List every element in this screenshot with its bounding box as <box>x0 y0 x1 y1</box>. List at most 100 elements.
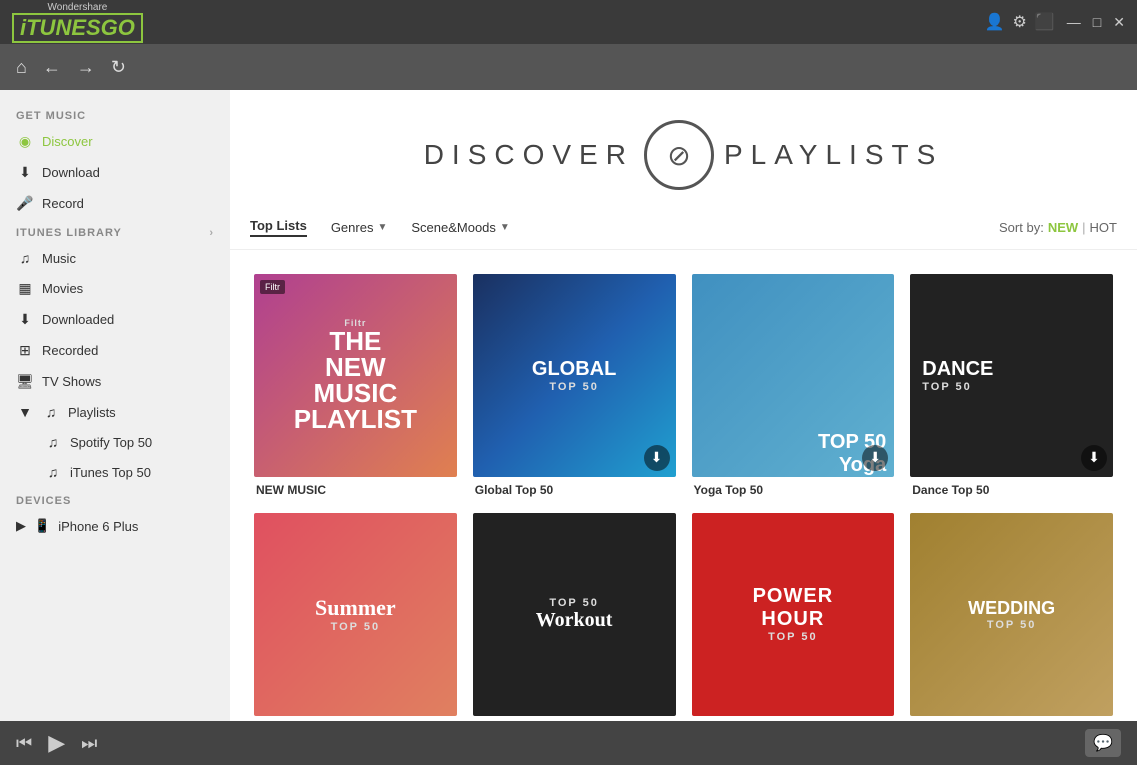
devices-section: DEVICES <box>0 487 230 511</box>
mic-icon: 🎤 <box>16 195 34 212</box>
sort-by-label: Sort by: <box>999 220 1044 235</box>
minimize-button[interactable]: — <box>1067 14 1081 30</box>
sidebar-item-music[interactable]: ♫ Music <box>0 243 230 273</box>
top-lists-filter[interactable]: Top Lists <box>250 218 307 237</box>
toggle-icon[interactable]: ⬛ <box>1035 12 1055 32</box>
sidebar-item-record[interactable]: 🎤 Record <box>0 188 230 219</box>
sidebar-item-itunes-top-50[interactable]: ♫ iTunes Top 50 <box>36 457 230 487</box>
download-overlay-global[interactable]: ⬇ <box>644 445 670 471</box>
iphone-icon: 📱 <box>34 518 50 534</box>
sidebar-item-playlists[interactable]: ▼ ♫ Playlists <box>0 397 230 427</box>
playlists-children: ♫ Spotify Top 50 ♫ iTunes Top 50 <box>0 427 230 487</box>
itunes-icon: ♫ <box>44 464 62 480</box>
chat-button[interactable]: 💬 <box>1085 729 1121 757</box>
spotify-label: Spotify Top 50 <box>70 435 152 450</box>
sidebar-item-discover[interactable]: ◉ Discover <box>0 126 230 157</box>
sort-new-button[interactable]: NEW <box>1048 220 1078 235</box>
sidebar: GET MUSIC ◉ Discover ⬇ Download 🎤 Record… <box>0 90 230 721</box>
playlists-music-icon: ♫ <box>42 404 60 420</box>
playlist-thumb-new-music: Filtr THENEWMUSICPLAYLIST Filtr <box>254 274 457 477</box>
download-icon: ⬇ <box>16 164 34 181</box>
close-button[interactable]: ✕ <box>1113 14 1125 31</box>
sort-hot-button[interactable]: HOT <box>1090 220 1117 235</box>
player-controls: ⏮ ▶ ⏭ <box>16 730 97 756</box>
playlist-card-power[interactable]: POWERHOUR TOP 50 Power Hour Top 50 <box>684 505 903 721</box>
tvshows-label: TV Shows <box>42 374 101 389</box>
itunes-library-section: ITUNES LIBRARY › <box>0 219 230 243</box>
playlist-card-summer[interactable]: Summer TOP 50 Summer Top 50 <box>246 505 465 721</box>
sidebar-item-movies[interactable]: ▦ Movies <box>0 273 230 304</box>
home-button[interactable]: ⌂ <box>16 57 27 78</box>
playlist-name-global: Global Top 50 <box>473 483 676 497</box>
playlist-thumb-yoga: TOP 50Yoga ⬇ <box>692 274 895 477</box>
iphone-label: iPhone 6 Plus <box>58 519 138 534</box>
playlists-text: PLAYLISTS <box>724 139 943 171</box>
discover-label: Discover <box>42 134 93 149</box>
downloaded-icon: ⬇ <box>16 311 34 328</box>
sidebar-item-downloaded[interactable]: ⬇ Downloaded <box>0 304 230 335</box>
playlist-card-global[interactable]: GLOBAL TOP 50 ⬇ Global Top 50 <box>465 266 684 505</box>
playlist-card-yoga[interactable]: TOP 50Yoga ⬇ Yoga Top 50 <box>684 266 903 505</box>
genres-filter[interactable]: Genres ▼ <box>331 220 388 235</box>
library-expand-icon[interactable]: › <box>209 227 214 239</box>
discover-header: DISCOVER ⊘ PLAYLISTS <box>230 90 1137 210</box>
person-icon[interactable]: 👤 <box>985 12 1005 32</box>
toolbar: ⌂ ← → ↻ <box>0 44 1137 90</box>
app-name: iTUNESGO <box>12 13 143 43</box>
record-label: Record <box>42 196 84 211</box>
sidebar-item-tvshows[interactable]: 🖥 TV Shows <box>0 366 230 397</box>
playlist-thumb-workout: TOP 50 Workout <box>473 513 676 716</box>
recorded-icon: ⊞ <box>16 342 34 359</box>
maximize-button[interactable]: □ <box>1093 14 1101 30</box>
discover-icon: ◉ <box>16 133 34 150</box>
app-logo: Wondershare iTUNESGO <box>12 2 143 43</box>
playlist-thumb-power: POWERHOUR TOP 50 <box>692 513 895 716</box>
music-icon: ♫ <box>16 250 34 266</box>
playlist-grid: Filtr THENEWMUSICPLAYLIST Filtr NEW MUSI… <box>230 250 1137 721</box>
playlist-thumb-dance: DANCE TOP 50 ⬇ <box>910 274 1113 477</box>
main-layout: GET MUSIC ◉ Discover ⬇ Download 🎤 Record… <box>0 90 1137 721</box>
discover-text: DISCOVER <box>424 139 634 171</box>
download-label: Download <box>42 165 100 180</box>
get-music-section: GET MUSIC <box>0 102 230 126</box>
refresh-button[interactable]: ↻ <box>111 57 126 78</box>
sidebar-item-recorded[interactable]: ⊞ Recorded <box>0 335 230 366</box>
sidebar-item-iphone[interactable]: ▶ 📱 iPhone 6 Plus <box>0 511 230 541</box>
compass-icon: ⊘ <box>644 120 714 190</box>
playlist-card-dance[interactable]: DANCE TOP 50 ⬇ Dance Top 50 <box>902 266 1121 505</box>
filtr-badge: Filtr <box>260 280 285 294</box>
playlist-name-dance: Dance Top 50 <box>910 483 1113 497</box>
playlists-expand-icon: ▼ <box>16 404 34 420</box>
gear-icon[interactable]: ⚙ <box>1013 12 1027 32</box>
scene-moods-filter[interactable]: Scene&Moods ▼ <box>411 220 509 235</box>
sidebar-item-download[interactable]: ⬇ Download <box>0 157 230 188</box>
spotify-icon: ♫ <box>44 434 62 450</box>
play-button[interactable]: ▶ <box>48 730 65 756</box>
next-button[interactable]: ⏭ <box>81 733 97 754</box>
playlist-card-new-music[interactable]: Filtr THENEWMUSICPLAYLIST Filtr NEW MUSI… <box>246 266 465 505</box>
expand-icon: ▶ <box>16 518 26 534</box>
music-label: Music <box>42 251 76 266</box>
downloaded-label: Downloaded <box>42 312 114 327</box>
playlist-thumb-summer: Summer TOP 50 <box>254 513 457 716</box>
download-overlay-dance[interactable]: ⬇ <box>1081 445 1107 471</box>
playlist-card-wedding[interactable]: WEDDING TOP 50 Wedding Top 50 <box>902 505 1121 721</box>
sidebar-item-spotify-top-50[interactable]: ♫ Spotify Top 50 <box>36 427 230 457</box>
prev-button[interactable]: ⏮ <box>16 733 32 754</box>
sort-section: Sort by: NEW | HOT <box>999 220 1117 235</box>
back-button[interactable]: ← <box>43 57 61 78</box>
tvshows-icon: 🖥 <box>16 373 34 390</box>
bottombar: ⏮ ▶ ⏭ 💬 <box>0 721 1137 765</box>
scene-dropdown-icon: ▼ <box>500 222 510 233</box>
movies-label: Movies <box>42 281 83 296</box>
recorded-label: Recorded <box>42 343 98 358</box>
download-overlay-yoga[interactable]: ⬇ <box>862 445 888 471</box>
titlebar-icons: 👤 ⚙ ⬛ — □ ✕ <box>985 12 1125 32</box>
itunes-label: iTunes Top 50 <box>70 465 151 480</box>
genres-dropdown-icon: ▼ <box>377 222 387 233</box>
playlist-name-new-music: NEW MUSIC <box>254 483 457 497</box>
app-brand: Wondershare <box>48 2 108 13</box>
playlist-thumb-wedding: WEDDING TOP 50 <box>910 513 1113 716</box>
forward-button[interactable]: → <box>77 57 95 78</box>
playlist-card-workout[interactable]: TOP 50 Workout Workout Top 50 <box>465 505 684 721</box>
